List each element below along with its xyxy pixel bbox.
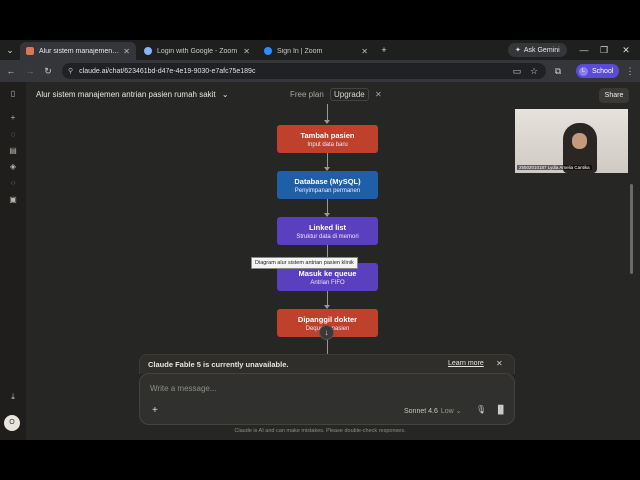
message-composer[interactable]: Write a message... + Sonnet 4.6 Low ⌄ 🎙 ▐▌	[139, 373, 515, 425]
node-subtitle: Input data baru	[307, 142, 348, 148]
upgrade-button[interactable]: Upgrade	[330, 88, 369, 101]
node-subtitle: Struktur data di memori	[296, 234, 359, 240]
diagram-node: Linked list Struktur data di memori	[277, 217, 378, 245]
diagram-arrowhead	[324, 120, 330, 124]
tab-label: Sign In | Zoom	[277, 47, 323, 55]
profile-label: School	[592, 67, 614, 75]
browser-menu-icon[interactable]: ⋮	[624, 65, 636, 77]
forward-icon[interactable]: →	[24, 65, 36, 77]
chevron-down-icon: ⌄	[221, 90, 229, 99]
participant-name: 25502010187 Lydia Amelia Cantika	[517, 165, 592, 170]
tab-zoom-signin[interactable]: Sign In | Zoom ✕	[258, 42, 374, 60]
video-call-thumbnail[interactable]: 25502010187 Lydia Amelia Cantika	[515, 109, 628, 173]
download-icon[interactable]: ⤓	[7, 392, 19, 404]
profile-button[interactable]: L School	[576, 64, 620, 78]
address-bar[interactable]: ⚲ claude.ai/chat/623461bd-d47e-4e19-9030…	[62, 63, 546, 79]
chats-icon[interactable]: ◌	[7, 129, 19, 141]
claude-favicon-icon	[26, 47, 34, 55]
scroll-to-bottom-button[interactable]: ↓	[319, 325, 334, 340]
learn-more-link[interactable]: Learn more	[448, 360, 484, 367]
ask-gemini-button[interactable]: ✦ Ask Gemini	[508, 43, 567, 57]
node-title: Tambah pasien	[300, 131, 355, 140]
plan-banner: Free plan Upgrade ✕	[290, 88, 382, 101]
projects-icon[interactable]: ▤	[7, 145, 19, 157]
bookmark-star-icon[interactable]: ☆	[528, 65, 540, 77]
close-tab-icon[interactable]: ✕	[361, 47, 368, 56]
user-avatar[interactable]: O	[4, 415, 20, 431]
effort-level: Low	[440, 408, 454, 415]
message-input[interactable]: Write a message...	[150, 384, 217, 393]
claude-sidebar: ▯ + ◌ ▤ ◈ ‹› ▣	[0, 82, 26, 440]
reload-icon[interactable]: ↻	[42, 65, 54, 77]
node-title: Database (MySQL)	[294, 177, 361, 186]
code-icon[interactable]: ‹›	[7, 177, 19, 189]
diagram-connector	[327, 104, 328, 121]
screen: ⌄ Alur sistem manajemen antrian ✕ Login …	[0, 40, 640, 440]
share-button[interactable]: Share	[599, 88, 629, 103]
artifacts-icon[interactable]: ◈	[7, 161, 19, 173]
extensions-icon[interactable]: ⧉	[552, 65, 564, 77]
chevron-down-icon: ⌄	[455, 408, 462, 415]
unavailable-banner: Claude Fable 5 is currently unavailable.…	[139, 354, 515, 374]
ask-gemini-label: Ask Gemini	[523, 46, 560, 54]
minimize-icon[interactable]: —	[578, 44, 590, 56]
tab-claude[interactable]: Alur sistem manajemen antrian ✕	[20, 42, 136, 60]
tab-search-icon[interactable]: ⌄	[4, 44, 16, 56]
browser-tab-bar: ⌄ Alur sistem manajemen antrian ✕ Login …	[0, 40, 640, 60]
gemini-icon: ✦	[515, 47, 521, 54]
profile-avatar: L	[579, 66, 588, 76]
close-banner-icon[interactable]: ✕	[496, 359, 503, 368]
tab-label: Alur sistem manajemen antrian	[39, 47, 119, 55]
disclaimer-text: Claude is AI and can make mistakes. Plea…	[234, 428, 406, 434]
zoom-favicon-icon	[264, 47, 272, 55]
node-subtitle: Penyimpanan permanen	[294, 188, 361, 194]
participant-face	[572, 133, 587, 149]
back-icon[interactable]: ←	[5, 65, 17, 77]
close-tab-icon[interactable]: ✕	[243, 47, 250, 56]
node-title: Dipanggil dokter	[297, 315, 358, 324]
model-selector[interactable]: Sonnet 4.6 Low ⌄	[404, 407, 462, 415]
page-scrollbar[interactable]	[630, 184, 633, 274]
close-tab-icon[interactable]: ✕	[123, 47, 130, 56]
install-icon[interactable]: ▭	[511, 65, 523, 77]
browser-toolbar: ← → ↻ ⚲ claude.ai/chat/623461bd-d47e-4e1…	[0, 60, 640, 82]
tab-zoom-login[interactable]: Login with Google - Zoom ✕	[138, 42, 256, 60]
new-tab-icon[interactable]: +	[378, 44, 390, 56]
new-chat-icon[interactable]: +	[7, 112, 19, 124]
node-subtitle: Antrian FIFO	[310, 280, 345, 286]
plan-label: Free plan	[290, 90, 324, 99]
sidebar-toggle-icon[interactable]: ▯	[7, 88, 19, 100]
site-info-icon[interactable]: ⚲	[68, 67, 73, 75]
diagram-node: Database (MySQL) Penyimpanan permanen	[277, 171, 378, 199]
url-text: claude.ai/chat/623461bd-d47e-4e19-9030-e…	[79, 67, 256, 75]
model-name: Sonnet 4.6	[404, 408, 438, 415]
conversation-title[interactable]: Alur sistem manajemen antrian pasien rum…	[36, 90, 229, 99]
diagram-node: Tambah pasien Input data baru	[277, 125, 378, 153]
node-title: Masuk ke queue	[298, 269, 357, 278]
google-favicon-icon	[144, 47, 152, 55]
tab-label: Login with Google - Zoom	[157, 47, 238, 55]
voice-mode-icon[interactable]: ▐▌	[495, 405, 506, 414]
microphone-icon[interactable]: 🎙	[476, 405, 486, 414]
briefcase-icon[interactable]: ▣	[7, 194, 19, 206]
maximize-icon[interactable]: ❐	[598, 44, 610, 56]
diagram-tooltip: Diagram alur sistem antrian pasien klini…	[251, 257, 358, 269]
banner-message: Claude Fable 5 is currently unavailable.	[148, 360, 289, 369]
attach-plus-icon[interactable]: +	[152, 405, 158, 416]
flow-diagram: Tambah pasien Input data baru Database (…	[260, 104, 395, 354]
conversation-title-text: Alur sistem manajemen antrian pasien rum…	[36, 90, 216, 99]
close-window-icon[interactable]: ✕	[620, 44, 632, 56]
node-title: Linked list	[308, 223, 347, 232]
close-plan-icon[interactable]: ✕	[375, 90, 382, 99]
